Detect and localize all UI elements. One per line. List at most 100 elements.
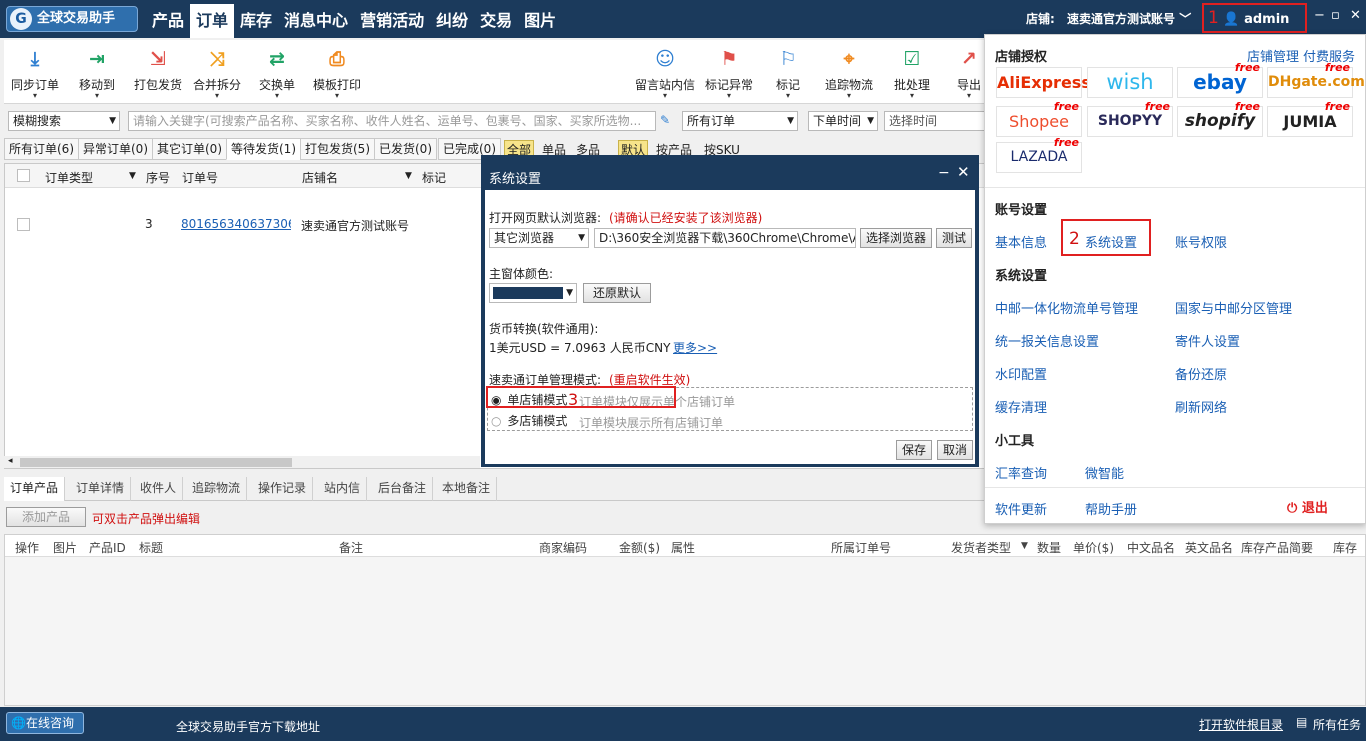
col-qty[interactable]: 数量 bbox=[1037, 539, 1061, 556]
minimize-icon[interactable]: − bbox=[1314, 8, 1325, 23]
sender-settings-link[interactable]: 寄件人设置 bbox=[1175, 331, 1240, 350]
template-print-button[interactable]: ⎙ 模板打印 ▾ bbox=[310, 46, 364, 100]
tab-abnormal-orders[interactable]: 异常订单(0) bbox=[78, 138, 153, 160]
online-consult-button[interactable]: 🌐在线咨询 bbox=[6, 712, 84, 734]
col-shop[interactable]: 店铺名 bbox=[302, 169, 338, 186]
add-product-button[interactable]: 添加产品 bbox=[6, 507, 86, 527]
sort-icon[interactable]: ▼ bbox=[129, 171, 136, 181]
shop-selector[interactable]: 店铺: 速卖通官方测试账号 ﹀ bbox=[1026, 10, 1191, 27]
nav-disputes[interactable]: 纠纷 bbox=[430, 0, 474, 38]
minimize-icon[interactable]: − bbox=[938, 165, 950, 181]
refresh-network-link[interactable]: 刷新网络 bbox=[1175, 397, 1227, 416]
brand-aliexpress[interactable]: AliExpress bbox=[996, 67, 1091, 98]
cpost-tracking-link[interactable]: 中邮一体化物流单号管理 bbox=[995, 298, 1138, 317]
color-picker[interactable]: ▼ bbox=[489, 283, 577, 303]
brand-jumia[interactable]: JUMIA free bbox=[1267, 101, 1353, 137]
nav-orders[interactable]: 订单 bbox=[190, 4, 235, 38]
pack-ship-button[interactable]: ⇲ 打包发货 bbox=[130, 46, 186, 93]
system-settings-link[interactable]: 系统设置 bbox=[1085, 232, 1137, 251]
col-parent-order[interactable]: 所属订单号 bbox=[831, 539, 891, 556]
brand-wish[interactable]: wish bbox=[1087, 67, 1173, 98]
col-attributes[interactable]: 属性 bbox=[671, 539, 695, 556]
col-mark[interactable]: 标记 bbox=[422, 169, 446, 186]
col-seq[interactable]: 序号 bbox=[146, 169, 170, 186]
sync-orders-button[interactable]: ⤓ 同步订单 ▾ bbox=[10, 46, 60, 100]
col-order-type[interactable]: 订单类型 bbox=[45, 169, 93, 186]
tab-local-notes[interactable]: 本地备注 bbox=[436, 477, 498, 501]
col-stock[interactable]: 库存 bbox=[1333, 539, 1357, 556]
brand-ebay[interactable]: ebay free bbox=[1177, 62, 1263, 98]
merge-split-button[interactable]: ⤨ 合并拆分 ▾ bbox=[190, 46, 244, 100]
col-order-no[interactable]: 订单号 bbox=[182, 169, 218, 186]
basic-info-link[interactable]: 基本信息 bbox=[995, 232, 1047, 251]
move-to-button[interactable]: ⇥ 移动到 ▾ bbox=[74, 46, 120, 100]
backup-restore-link[interactable]: 备份还原 bbox=[1175, 364, 1227, 383]
close-icon[interactable]: ✕ bbox=[1350, 8, 1361, 23]
cancel-button[interactable]: 取消 bbox=[937, 440, 973, 460]
nav-products[interactable]: 产品 bbox=[146, 0, 190, 38]
col-en-name[interactable]: 英文品名 bbox=[1185, 539, 1233, 556]
sort-icon[interactable]: ▼ bbox=[405, 171, 412, 181]
tab-shipped[interactable]: 已发货(0) bbox=[374, 138, 437, 160]
brand-dhgate[interactable]: DHgate.com free bbox=[1267, 62, 1365, 98]
nav-messages[interactable]: 消息中心 bbox=[278, 0, 354, 38]
tab-operation-log[interactable]: 操作记录 bbox=[252, 477, 314, 501]
col-shipper-type[interactable]: 发货者类型 bbox=[951, 539, 1011, 556]
download-link[interactable]: 全球交易助手官方下载地址 bbox=[176, 718, 320, 735]
tab-all-orders[interactable]: 所有订单(6) bbox=[4, 138, 79, 160]
close-icon[interactable]: ✕ bbox=[957, 163, 970, 181]
restore-default-button[interactable]: 还原默认 bbox=[583, 283, 651, 303]
col-merchant-code[interactable]: 商家编码 bbox=[539, 539, 587, 556]
tab-backend-notes[interactable]: 后台备注 bbox=[372, 477, 434, 501]
time-picker[interactable]: 选择时间 bbox=[884, 111, 988, 131]
batch-button[interactable]: ☑ 批处理 ▾ bbox=[890, 46, 934, 100]
tab-packed[interactable]: 打包发货(5) bbox=[300, 138, 375, 160]
tab-order-details[interactable]: 订单详情 bbox=[70, 477, 132, 501]
table-row[interactable]: 3 8016563406373062 速卖通官方测试账号 bbox=[5, 212, 481, 234]
export-button[interactable]: ↗ 导出 ▾ bbox=[954, 46, 984, 100]
brand-shopyy[interactable]: SHOPYY free bbox=[1087, 101, 1173, 137]
col-action[interactable]: 操作 bbox=[15, 539, 39, 556]
more-link[interactable]: 更多>> bbox=[673, 339, 717, 356]
horizontal-scrollbar[interactable]: ◂ bbox=[4, 456, 480, 468]
col-image[interactable]: 图片 bbox=[53, 539, 77, 556]
restore-icon[interactable]: ▫ bbox=[1331, 8, 1340, 23]
time-type-select[interactable]: 下单时间 ▼ bbox=[808, 111, 878, 131]
admin-menu-button[interactable]: 1 👤 admin ﹀ bbox=[1202, 3, 1307, 53]
row-checkbox[interactable] bbox=[17, 218, 30, 231]
search-input[interactable]: 请输入关键字(可搜索产品名称、买家名称、收件人姓名、运单号、包裹号、国家、买家所… bbox=[128, 111, 656, 131]
save-button[interactable]: 保存 bbox=[896, 440, 932, 460]
choose-browser-button[interactable]: 选择浏览器 bbox=[860, 228, 932, 248]
all-tasks-link[interactable]: 所有任务 bbox=[1313, 716, 1361, 733]
micro-ai-link[interactable]: 微智能 bbox=[1085, 463, 1124, 482]
col-unit-price[interactable]: 单价($) bbox=[1073, 539, 1114, 556]
country-zone-link[interactable]: 国家与中邮分区管理 bbox=[1175, 298, 1292, 317]
nav-inventory[interactable]: 库存 bbox=[234, 0, 278, 38]
brand-shopify[interactable]: shopify free bbox=[1177, 101, 1263, 137]
order-filter-select[interactable]: 所有订单 ▼ bbox=[682, 111, 798, 131]
nav-trades[interactable]: 交易 bbox=[474, 0, 518, 38]
sort-icon[interactable]: ▼ bbox=[1021, 541, 1028, 551]
message-button[interactable]: ☺ 留言站内信 ▾ bbox=[632, 46, 698, 100]
cache-clear-link[interactable]: 缓存清理 bbox=[995, 397, 1047, 416]
tab-awaiting-shipment[interactable]: 等待发货(1) bbox=[226, 138, 301, 160]
test-button[interactable]: 测试 bbox=[936, 228, 972, 248]
help-manual-link[interactable]: 帮助手册 bbox=[1085, 499, 1137, 518]
browser-select[interactable]: 其它浏览器 ▼ bbox=[489, 228, 589, 248]
open-root-dir-link[interactable]: 打开软件根目录 bbox=[1199, 716, 1283, 733]
browser-path-input[interactable]: D:\360安全浏览器下载\360Chrome\Chrome\Applicati… bbox=[594, 228, 856, 248]
tab-inbox[interactable]: 站内信 bbox=[318, 477, 368, 501]
col-product-id[interactable]: 产品ID bbox=[89, 539, 126, 556]
scroll-thumb[interactable] bbox=[20, 458, 292, 467]
track-logistics-button[interactable]: ⌖ 追踪物流 ▾ bbox=[822, 46, 876, 100]
search-mode-select[interactable]: 模糊搜索 ▼ bbox=[8, 111, 120, 131]
brand-shopee[interactable]: Shopee free bbox=[996, 101, 1082, 137]
logout-button[interactable]: ⏻ 退出 bbox=[1287, 497, 1328, 516]
account-permissions-link[interactable]: 账号权限 bbox=[1175, 232, 1227, 251]
pencil-icon[interactable]: ✎ bbox=[660, 113, 670, 127]
mark-button[interactable]: ⚐ 标记 ▾ bbox=[770, 46, 806, 100]
col-remark[interactable]: 备注 bbox=[339, 539, 363, 556]
tab-tracking[interactable]: 追踪物流 bbox=[186, 477, 248, 501]
exchange-button[interactable]: ⇄ 交换单 ▾ bbox=[256, 46, 298, 100]
brand-lazada[interactable]: LAZADA free bbox=[996, 137, 1082, 173]
